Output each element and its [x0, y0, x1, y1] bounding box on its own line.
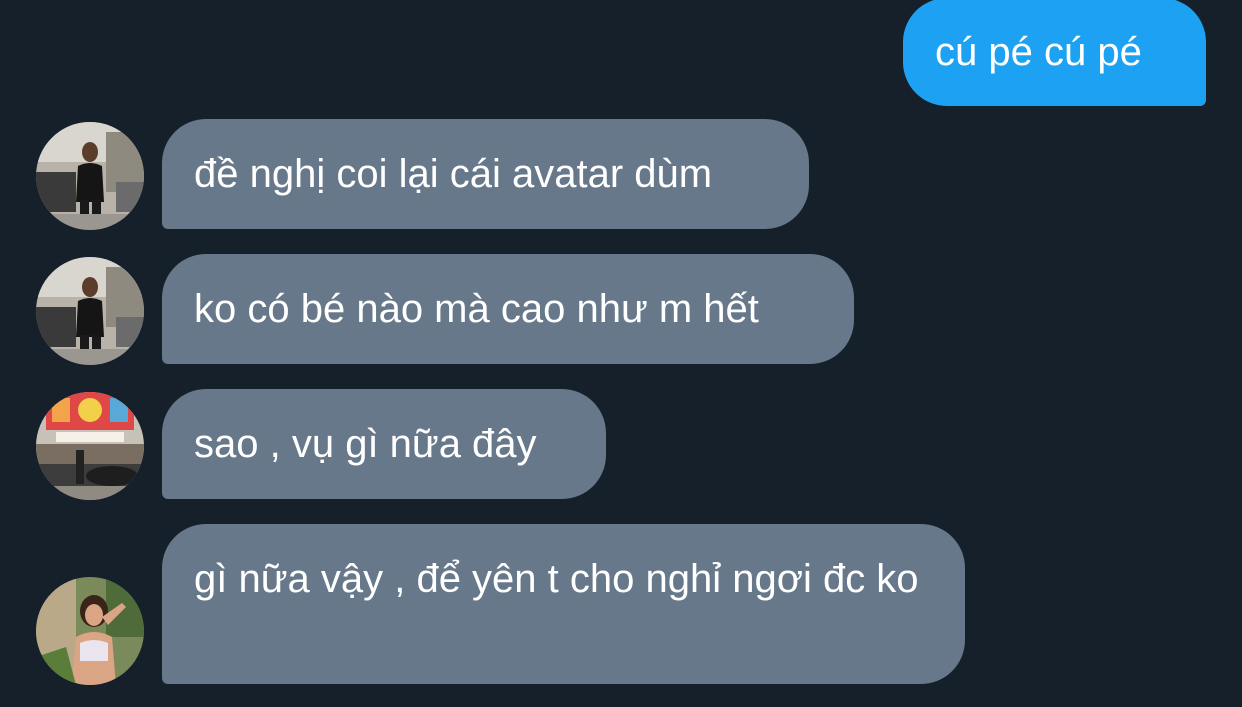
- avatar[interactable]: [36, 577, 144, 685]
- street-storefront-photo-icon: [36, 392, 144, 500]
- incoming-message-bubble[interactable]: ko có bé nào mà cao như m hết: [162, 254, 854, 364]
- outgoing-message-bubble[interactable]: cú pé cú pé: [903, 0, 1206, 106]
- message-text: đề nghị coi lại cái avatar dùm: [194, 152, 713, 196]
- message-text: ko có bé nào mà cao như m hết: [194, 287, 759, 331]
- incoming-message-bubble[interactable]: đề nghị coi lại cái avatar dùm: [162, 119, 809, 229]
- avatar[interactable]: [36, 392, 144, 500]
- message-text: gì nữa vậy , để yên t cho nghỉ ngơi đc k…: [194, 557, 919, 601]
- message-text: sao , vụ gì nữa đây: [194, 422, 537, 466]
- avatar[interactable]: [36, 257, 144, 365]
- woman-street-photo-icon: [36, 257, 144, 365]
- woman-street-photo-icon: [36, 122, 144, 230]
- message-thread: cú pé cú pé đề nghị coi lại cái avatar d…: [0, 0, 1242, 707]
- message-text: cú pé cú pé: [935, 30, 1142, 74]
- incoming-message-bubble[interactable]: gì nữa vậy , để yên t cho nghỉ ngơi đc k…: [162, 524, 965, 684]
- woman-outdoor-photo-icon: [36, 577, 144, 685]
- avatar[interactable]: [36, 122, 144, 230]
- incoming-message-bubble[interactable]: sao , vụ gì nữa đây: [162, 389, 606, 499]
